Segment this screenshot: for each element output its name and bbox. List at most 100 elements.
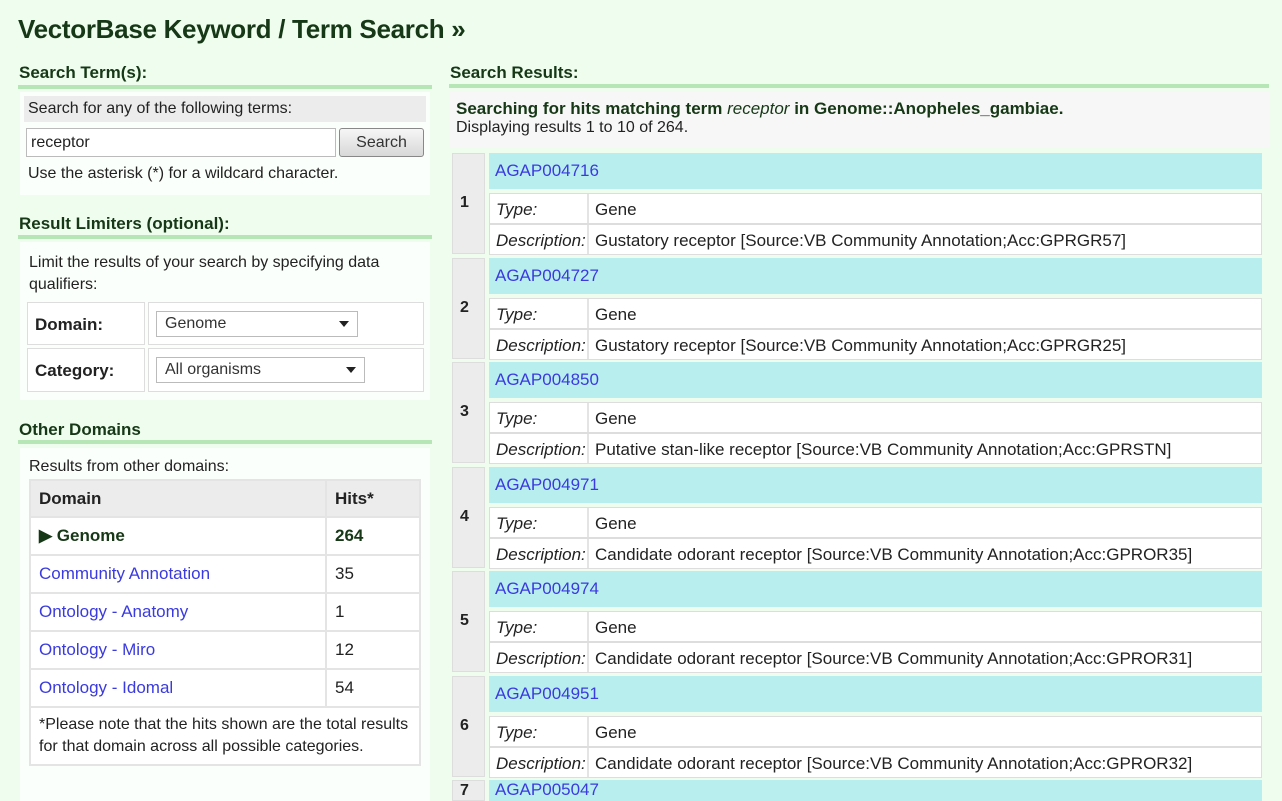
domain-name[interactable]: Ontology - Anatomy — [29, 592, 327, 632]
domain-row[interactable]: Community Annotation 35 — [29, 554, 421, 594]
domain-row: ▶ Genome 264 — [29, 516, 421, 556]
category-select[interactable]: All organisms — [156, 357, 365, 383]
limiters-text: Limit the results of your search by spec… — [29, 254, 380, 293]
summary-post: in Genome::Anopheles_gambiae. — [789, 99, 1064, 118]
domain-label: Domain: — [27, 302, 145, 345]
domain-hits: 54 — [325, 668, 421, 708]
result-id-link[interactable]: AGAP004727 — [495, 266, 599, 285]
type-row: Type: Gene — [489, 506, 1262, 538]
domain-select-value: Genome — [165, 315, 227, 332]
description-value: Candidate odorant receptor [Source:VB Co… — [595, 544, 1193, 564]
domain-hits: 12 — [325, 630, 421, 670]
result-id-link[interactable]: AGAP004716 — [495, 161, 599, 180]
type-value: Gene — [595, 200, 637, 219]
search-button[interactable]: Search — [339, 128, 424, 157]
chevron-down-icon — [339, 321, 349, 327]
search-term: receptor — [727, 99, 790, 118]
domain-row[interactable]: Ontology - Idomal 54 — [29, 668, 421, 708]
summary-pre: Searching for hits matching term — [456, 99, 728, 118]
description-row: Description: Gustatory receptor [Source:V… — [489, 224, 1262, 255]
result-id-link[interactable]: AGAP005047 — [495, 780, 599, 799]
result-item: 5 AGAP004974 Type: Gene Description: Candid… — [452, 571, 1262, 673]
divider — [449, 84, 1269, 88]
description-value: Putative stan-like receptor [Source:VB C… — [595, 440, 1172, 459]
displaying-count: Displaying results 1 to 10 of 264. — [456, 119, 689, 136]
result-id-link[interactable]: AGAP004971 — [495, 475, 599, 494]
result-header: AGAP005047 — [489, 780, 1262, 801]
result-item: 2 AGAP004727 Type: Gene Description: Gustat… — [452, 257, 1262, 360]
result-header: AGAP004727 — [489, 257, 1262, 294]
domain-select[interactable]: Genome — [156, 311, 358, 337]
domain-row[interactable]: Ontology - Anatomy 1 — [29, 592, 421, 632]
description-value: Candidate odorant receptor [Source:VB Co… — [595, 649, 1193, 668]
result-item: 1 AGAP004716 Type: Gene Description: Gustat… — [452, 153, 1262, 255]
results-summary: Searching for hits matching term recepto… — [449, 92, 1270, 147]
domain-name[interactable]: Ontology - Miro — [29, 630, 327, 670]
results-heading: Search Results: — [450, 63, 579, 82]
type-value: Gene — [595, 722, 637, 742]
page-title: VectorBase Keyword / Term Search » — [18, 14, 466, 44]
type-label: Type: — [490, 507, 589, 537]
result-header: AGAP004951 — [489, 675, 1262, 712]
description-row: Description: Putative stan-like receptor … — [489, 433, 1262, 464]
result-id-link[interactable]: AGAP004951 — [495, 684, 599, 703]
result-number: 2 — [452, 257, 485, 359]
result-number: 5 — [452, 571, 485, 672]
divider — [18, 440, 432, 444]
description-value: Candidate odorant receptor [Source:VB Co… — [595, 753, 1193, 773]
result-header: AGAP004974 — [489, 571, 1262, 607]
result-item: 4 AGAP004971 Type: Gene Description: Candid… — [452, 466, 1262, 569]
result-item: 7 AGAP005047 — [452, 780, 1262, 801]
divider — [18, 85, 432, 89]
result-number: 4 — [452, 466, 485, 568]
result-header: AGAP004971 — [489, 466, 1262, 503]
type-label: Type: — [490, 612, 589, 641]
domain-row[interactable]: Ontology - Miro 12 — [29, 630, 421, 670]
description-row: Description: Candidate odorant receptor [… — [489, 746, 1262, 778]
result-number: 7 — [452, 780, 485, 801]
type-label: Type: — [490, 194, 589, 223]
description-row: Description: Gustatory receptor [Source:V… — [489, 328, 1262, 360]
description-label: Description: — [490, 747, 589, 777]
type-row: Type: Gene — [489, 715, 1262, 747]
category-label: Category: — [27, 348, 145, 392]
type-row: Type: Gene — [489, 402, 1262, 433]
divider — [18, 235, 432, 239]
result-number: 1 — [452, 153, 485, 254]
description-label: Description: — [490, 643, 589, 672]
domain-name[interactable]: Community Annotation — [29, 554, 327, 594]
type-label: Type: — [490, 298, 589, 328]
chevron-down-icon — [346, 367, 356, 373]
other-domains-heading: Other Domains — [19, 420, 141, 439]
domain-hits: 264 — [325, 516, 421, 556]
type-row: Type: Gene — [489, 297, 1262, 329]
result-id-link[interactable]: AGAP004974 — [495, 579, 599, 598]
hits-note: *Please note that the hits shown are the… — [29, 706, 421, 766]
category-select-value: All organisms — [165, 361, 262, 378]
description-row: Description: Candidate odorant receptor [… — [489, 642, 1262, 673]
result-number: 3 — [452, 362, 485, 463]
description-label: Description: — [490, 434, 589, 463]
domain-name[interactable]: Ontology - Idomal — [29, 668, 327, 708]
description-label: Description: — [490, 225, 589, 254]
result-header: AGAP004850 — [489, 362, 1262, 398]
type-value: Gene — [595, 409, 637, 428]
type-row: Type: Gene — [489, 193, 1262, 224]
domain-hits: 35 — [325, 554, 421, 594]
search-input[interactable] — [26, 128, 336, 157]
col-hits: Hits* — [325, 479, 421, 518]
description-value: Gustatory receptor [Source:VB Community … — [595, 231, 1127, 250]
domain-hits: 1 — [325, 592, 421, 632]
result-header: AGAP004716 — [489, 153, 1262, 189]
wildcard-hint: Use the asterisk (*) for a wildcard char… — [28, 165, 339, 182]
type-row: Type: Gene — [489, 611, 1262, 642]
other-domains-table: Domain Hits* ▶ Genome 264 Community Annotat… — [29, 479, 421, 766]
col-domain: Domain — [29, 479, 327, 518]
domain-name: ▶ Genome — [29, 516, 327, 556]
result-number: 6 — [452, 675, 485, 777]
result-id-link[interactable]: AGAP004850 — [495, 370, 599, 389]
limiters-heading: Result Limiters (optional): — [19, 214, 230, 233]
search-term-heading: Search Term(s): — [19, 63, 148, 82]
result-item: 6 AGAP004951 Type: Gene Description: Candid… — [452, 675, 1262, 778]
description-label: Description: — [490, 329, 589, 359]
